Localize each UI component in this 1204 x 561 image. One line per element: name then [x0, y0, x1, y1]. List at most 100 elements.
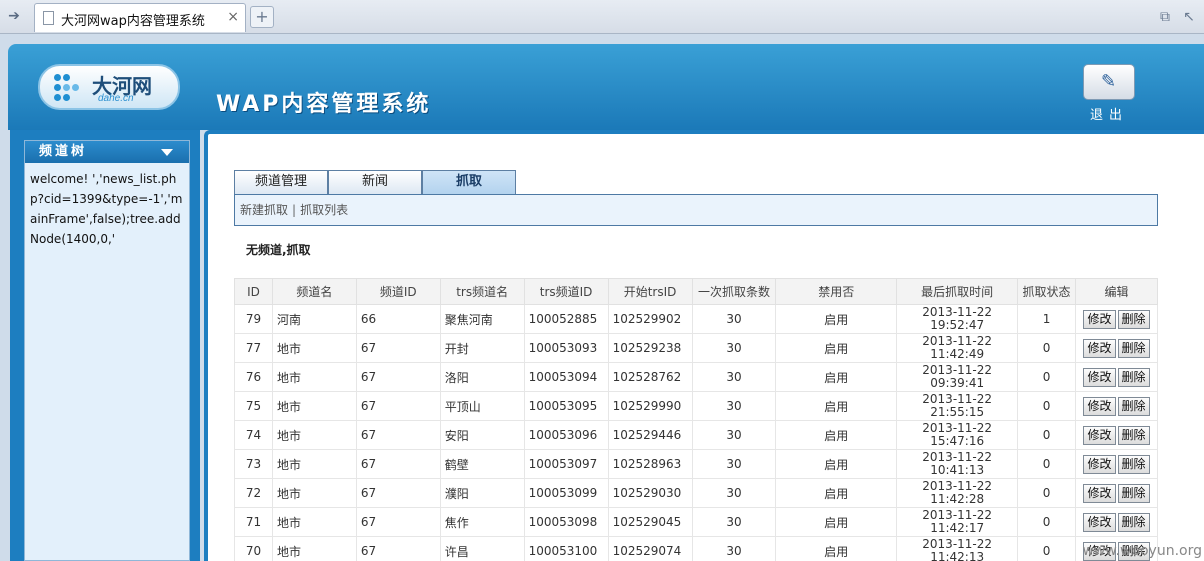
window-close-icon[interactable]: ↖: [1180, 8, 1198, 26]
cell-start-id: 102529045: [607, 507, 693, 537]
cell-count: 30: [691, 449, 777, 479]
cell-trs-name: 焦作: [439, 507, 525, 537]
col-last-time: 最后抓取时间: [896, 278, 1019, 305]
delete-button[interactable]: 删除: [1117, 396, 1150, 416]
new-tab-button[interactable]: +: [250, 6, 274, 28]
delete-button[interactable]: 删除: [1117, 309, 1150, 329]
last-time: 15:47:16: [930, 434, 985, 448]
cell-count: 30: [691, 507, 777, 537]
cell-count: 30: [691, 478, 777, 508]
col-status: 抓取状态: [1017, 278, 1077, 305]
cell-channel-id: 67: [355, 507, 441, 537]
cell-last-time: 2013-11-22 11:42:13: [896, 536, 1019, 561]
cell-count: 30: [691, 362, 777, 392]
new-crawl-link[interactable]: 新建抓取: [240, 203, 288, 217]
edit-button[interactable]: 修改: [1083, 338, 1116, 358]
cell-start-id: 102529446: [607, 420, 693, 450]
cell-trs-name: 鹤壁: [439, 449, 525, 479]
window-restore-icon[interactable]: ⧉: [1156, 8, 1174, 26]
edit-button[interactable]: 修改: [1083, 309, 1116, 329]
delete-button[interactable]: 删除: [1117, 338, 1150, 358]
cell-trs-id: 100053094: [523, 362, 609, 392]
edit-button[interactable]: 修改: [1083, 396, 1116, 416]
cell-count: 30: [691, 304, 777, 334]
cell-edit: 修改 删除: [1075, 333, 1158, 363]
app-title: WAP内容管理系统: [216, 92, 432, 117]
cell-last-time: 2013-11-22 15:47:16: [896, 420, 1019, 450]
cell-channel: 地市: [271, 449, 357, 479]
delete-button[interactable]: 删除: [1117, 483, 1150, 503]
browser-tab[interactable]: 大河网wap内容管理系统 ×: [34, 3, 246, 32]
close-tab-icon[interactable]: ×: [227, 9, 239, 25]
last-time: 11:42:17: [930, 521, 985, 535]
crawl-list-link[interactable]: 抓取列表: [300, 203, 348, 217]
wrench-icon: ✎: [1101, 71, 1117, 92]
col-id: ID: [234, 278, 273, 305]
cell-status: 0: [1017, 362, 1077, 392]
col-count: 一次抓取条数: [691, 278, 777, 305]
delete-button[interactable]: 删除: [1117, 454, 1150, 474]
cell-disabled: 启用: [775, 478, 898, 508]
cell-start-id: 102529074: [607, 536, 693, 561]
cell-trs-id: 100052885: [523, 304, 609, 334]
cell-edit: 修改 删除: [1075, 478, 1158, 508]
last-time: 09:39:41: [930, 376, 985, 390]
cell-trs-id: 100053097: [523, 449, 609, 479]
cell-start-id: 102529990: [607, 391, 693, 421]
col-start-id: 开始trsID: [607, 278, 693, 305]
page-icon: [43, 11, 54, 25]
logo-sub: dahe.cn: [98, 93, 134, 104]
cell-trs-id: 100053100: [523, 536, 609, 561]
app-frame: 大河网 dahe.cn WAP内容管理系统 ✎ 退出 频道树 welcome! …: [0, 34, 1204, 561]
cell-edit: 修改 删除: [1075, 449, 1158, 479]
edit-button[interactable]: 修改: [1083, 454, 1116, 474]
table-row: 75 地市 67 平顶山 100053095 102529990 30 启用 2013-11-2…: [234, 391, 1158, 421]
cell-last-time: 2013-11-22 09:39:41: [896, 362, 1019, 392]
cell-id: 74: [234, 420, 273, 450]
main-content: 频道管理 新闻 抓取 新建抓取 | 抓取列表 无频道,抓取 ID 频道名 频道ID …: [204, 130, 1204, 561]
cell-disabled: 启用: [775, 333, 898, 363]
cell-edit: 修改 删除: [1075, 420, 1158, 450]
cell-channel-id: 67: [355, 391, 441, 421]
cell-edit: 修改 删除: [1075, 304, 1158, 334]
channel-tree-header[interactable]: 频道树: [25, 141, 189, 163]
cell-trs-name: 聚焦河南: [439, 304, 525, 334]
cell-status: 0: [1017, 420, 1077, 450]
cell-id: 77: [234, 333, 273, 363]
edit-button[interactable]: 修改: [1083, 483, 1116, 503]
cell-count: 30: [691, 420, 777, 450]
cell-id: 71: [234, 507, 273, 537]
delete-button[interactable]: 删除: [1117, 367, 1150, 387]
tab-crawl[interactable]: 抓取: [422, 170, 516, 195]
sidebar-toggle-icon[interactable]: ➔: [4, 6, 24, 26]
tab-title: 大河网wap内容管理系统: [61, 14, 205, 29]
tab-news[interactable]: 新闻: [328, 170, 422, 194]
sidebar: 频道树 welcome! ','news_list.php?cid=1399&t…: [10, 130, 200, 561]
cell-channel-id: 67: [355, 420, 441, 450]
cell-channel: 地市: [271, 507, 357, 537]
cell-count: 30: [691, 536, 777, 561]
logout-button[interactable]: ✎ 退出: [1082, 64, 1136, 124]
edit-button[interactable]: 修改: [1083, 425, 1116, 445]
delete-button[interactable]: 删除: [1117, 425, 1150, 445]
logo-mark-icon: [54, 74, 86, 102]
edit-button[interactable]: 修改: [1083, 367, 1116, 387]
cell-disabled: 启用: [775, 536, 898, 561]
dahe-logo: 大河网 dahe.cn: [38, 64, 180, 110]
logout-label[interactable]: 退出: [1082, 104, 1136, 123]
edit-button[interactable]: 修改: [1083, 512, 1116, 532]
cell-start-id: 102529238: [607, 333, 693, 363]
cell-last-time: 2013-11-22 10:41:13: [896, 449, 1019, 479]
table-row: 79 河南 66 聚焦河南 100052885 102529902 30 启用 2013-11-…: [234, 304, 1158, 334]
cell-last-time: 2013-11-22 19:52:47: [896, 304, 1019, 334]
logout-icon-button[interactable]: ✎: [1083, 64, 1135, 100]
chevron-down-icon[interactable]: [161, 149, 173, 156]
cell-trs-name: 许昌: [439, 536, 525, 561]
delete-button[interactable]: 删除: [1117, 512, 1150, 532]
cell-count: 30: [691, 333, 777, 363]
cell-start-id: 102529030: [607, 478, 693, 508]
cell-channel-id: 67: [355, 478, 441, 508]
tab-channel-management[interactable]: 频道管理: [234, 170, 328, 194]
cell-channel: 地市: [271, 362, 357, 392]
cell-disabled: 启用: [775, 507, 898, 537]
